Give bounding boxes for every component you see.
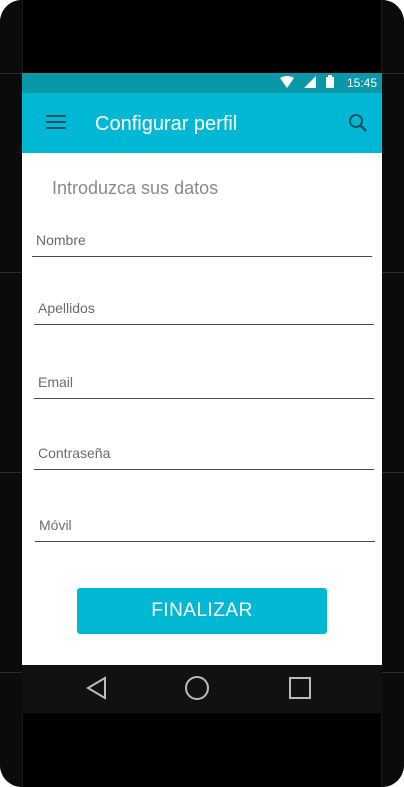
screen: 15:45 Configurar perfil Introduzca sus d…: [22, 73, 382, 665]
email-input[interactable]: [34, 372, 378, 390]
phone-frame: 15:45 Configurar perfil Introduzca sus d…: [0, 0, 404, 787]
password-field[interactable]: [34, 443, 378, 470]
menu-icon[interactable]: [46, 115, 66, 131]
password-input[interactable]: [34, 443, 378, 461]
status-bar: 15:45: [22, 73, 382, 93]
page-title: Configurar perfil: [95, 113, 238, 135]
movil-field[interactable]: [35, 515, 379, 542]
nombre-input[interactable]: [32, 230, 376, 248]
home-icon[interactable]: [184, 675, 210, 701]
email-field[interactable]: [34, 372, 378, 399]
nav-bar: [22, 665, 382, 713]
search-icon[interactable]: [348, 113, 368, 133]
recents-icon[interactable]: [287, 675, 313, 701]
apellidos-input[interactable]: [34, 298, 378, 316]
form-subtitle: Introduzca sus datos: [52, 178, 219, 198]
wifi-icon: [280, 75, 294, 91]
back-icon[interactable]: [84, 675, 110, 701]
app-bar: Configurar perfil: [22, 93, 382, 153]
finalizar-button[interactable]: FINALIZAR: [77, 588, 327, 634]
battery-icon: [326, 75, 334, 91]
status-time: 15:45: [346, 76, 377, 90]
status-icons: [280, 75, 334, 91]
apellidos-field[interactable]: [34, 298, 378, 325]
nombre-field[interactable]: [32, 230, 376, 257]
phone-side-left: [0, 0, 23, 787]
movil-input[interactable]: [35, 515, 379, 533]
phone-side-right: [381, 0, 404, 787]
signal-icon: [304, 75, 316, 91]
